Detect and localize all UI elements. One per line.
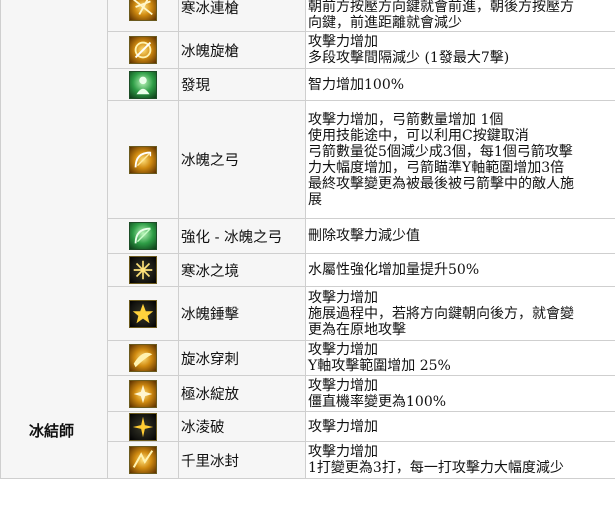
- ice-bloom-icon: [129, 379, 157, 408]
- description-line: 攻擊力增加，弓箭數量增加 1個: [308, 111, 504, 128]
- description-line: 攻擊力增加: [308, 377, 378, 394]
- description-line: 向鍵，前進距離就會減少: [308, 15, 462, 31]
- description-line: 弓箭數量從5個減少成3個，每1個弓箭攻擊: [308, 143, 573, 160]
- skill-name: 寒冰之境: [178, 253, 306, 287]
- class-name-cell: 冰結師: [0, 0, 108, 479]
- description-line: 水屬性強化增加量提升50%: [308, 262, 480, 278]
- description-line: 力大幅度增加，弓箭瞄準Y軸範圍增加3倍: [308, 159, 565, 176]
- ice-break-icon: [129, 412, 157, 441]
- skill-icon-cell: [107, 286, 179, 341]
- discovery-icon: [129, 70, 157, 99]
- description-line: 刪除攻擊力減少值: [308, 228, 420, 244]
- skill-icon-cell: [107, 31, 179, 69]
- skill-row: 冰結師寒冰連槍攻擊力增加朝前方按壓方向鍵就會前進，朝後方按壓方向鍵，前進距離就會…: [0, 0, 615, 479]
- skill-name: 極冰綻放: [178, 375, 306, 412]
- description-line: 更為在原地攻擊: [308, 321, 406, 338]
- skill-name: 冰魄旋槍: [178, 31, 306, 69]
- ice-hammer-icon: [129, 299, 157, 328]
- description-line: 朝前方按壓方向鍵就會前進，朝後方按壓方: [308, 0, 574, 15]
- skill-icon-cell: [107, 441, 179, 479]
- skill-icon-cell: [107, 68, 179, 101]
- skill-table: 冰結師寒冰連槍攻擊力增加朝前方按壓方向鍵就會前進，朝後方按壓方向鍵，前進距離就會…: [0, 0, 615, 479]
- skill-name: 冰魄錘擊: [178, 286, 306, 341]
- description-line: 攻擊力增加: [308, 444, 378, 460]
- skill-description: 攻擊力增加 多段攻擊間隔減少 (1發最大7擊): [305, 31, 615, 69]
- skill-icon-cell: [107, 411, 179, 442]
- ice-spin-spear-icon: [129, 36, 157, 64]
- description-line: 攻擊力增加: [308, 34, 378, 50]
- skill-icon-cell: [107, 375, 179, 412]
- skill-description: 攻擊力增加朝前方按壓方向鍵就會前進，朝後方按壓方向鍵，前進距離就會減少: [305, 0, 615, 32]
- skill-icon-cell: [107, 0, 179, 32]
- description-line: 攻擊力增加: [308, 289, 378, 306]
- description-line: 施展過程中，若將方向鍵朝向後方，就會變: [308, 305, 574, 322]
- ice-bow-enhance-icon: [129, 222, 157, 250]
- skill-icon-cell: [107, 218, 179, 254]
- skill-description: 攻擊力增加 1打變更為3打，每一打攻擊力大幅度減少: [305, 441, 615, 479]
- spin-ice-pierce-icon: [129, 344, 157, 372]
- skill-description: 攻擊力增加: [305, 411, 615, 442]
- skill-description: 攻擊力增加 施展過程中，若將方向鍵朝向後方，就會變 更為在原地攻擊: [305, 286, 615, 341]
- description-line: 智力增加100%: [308, 76, 405, 93]
- skill-name: 發現: [178, 68, 306, 101]
- description-line: 僵直機率變更為100%: [308, 393, 447, 410]
- skill-description: 攻擊力增加 Y軸攻擊範圍增加 25%: [305, 340, 615, 376]
- description-line: 1打變更為3打，每一打攻擊力大幅度減少: [308, 460, 564, 476]
- skill-description: 水屬性強化增加量提升50%: [305, 253, 615, 287]
- skill-icon-cell: [107, 340, 179, 376]
- description-line: 最終攻擊變更為被最後被弓箭擊中的敵人施: [308, 175, 574, 192]
- skill-name: 旋冰穿刺: [178, 340, 306, 376]
- ice-bow-icon: [129, 145, 157, 174]
- skill-description: 刪除攻擊力減少值: [305, 218, 615, 254]
- description-line: Y軸攻擊範圍增加 25%: [308, 358, 451, 374]
- description-line: 攻擊力增加: [308, 418, 378, 435]
- description-line: 多段攻擊間隔減少 (1發最大7擊): [308, 50, 510, 66]
- skill-description: 攻擊力增加，弓箭數量增加 1個 使用技能途中，可以利用C按鍵取消 弓箭數量從5個減少…: [305, 100, 615, 219]
- description-line: 攻擊力增加: [308, 342, 378, 358]
- class-name: 冰結師: [29, 422, 75, 440]
- skill-description: 智力增加100%: [305, 68, 615, 101]
- skill-name: 強化 - 冰魄之弓: [178, 218, 306, 254]
- skill-name: 冰淩破: [178, 411, 306, 442]
- skill-name: 千里冰封: [178, 441, 306, 479]
- description-line: 展: [308, 191, 322, 208]
- ice-realm-icon: [129, 256, 157, 284]
- ice-chain-spear-icon: [129, 0, 157, 21]
- skill-icon-cell: [107, 253, 179, 287]
- description-line: 使用技能途中，可以利用C按鍵取消: [308, 127, 529, 144]
- thousand-mile-freeze-icon: [129, 446, 157, 474]
- skill-icon-cell: [107, 100, 179, 219]
- skill-name: 冰魄之弓: [178, 100, 306, 219]
- skill-description: 攻擊力增加 僵直機率變更為100%: [305, 375, 615, 412]
- skill-name: 寒冰連槍: [178, 0, 306, 32]
- skill-table-container: 冰結師寒冰連槍攻擊力增加朝前方按壓方向鍵就會前進，朝後方按壓方向鍵，前進距離就會…: [0, 0, 615, 479]
